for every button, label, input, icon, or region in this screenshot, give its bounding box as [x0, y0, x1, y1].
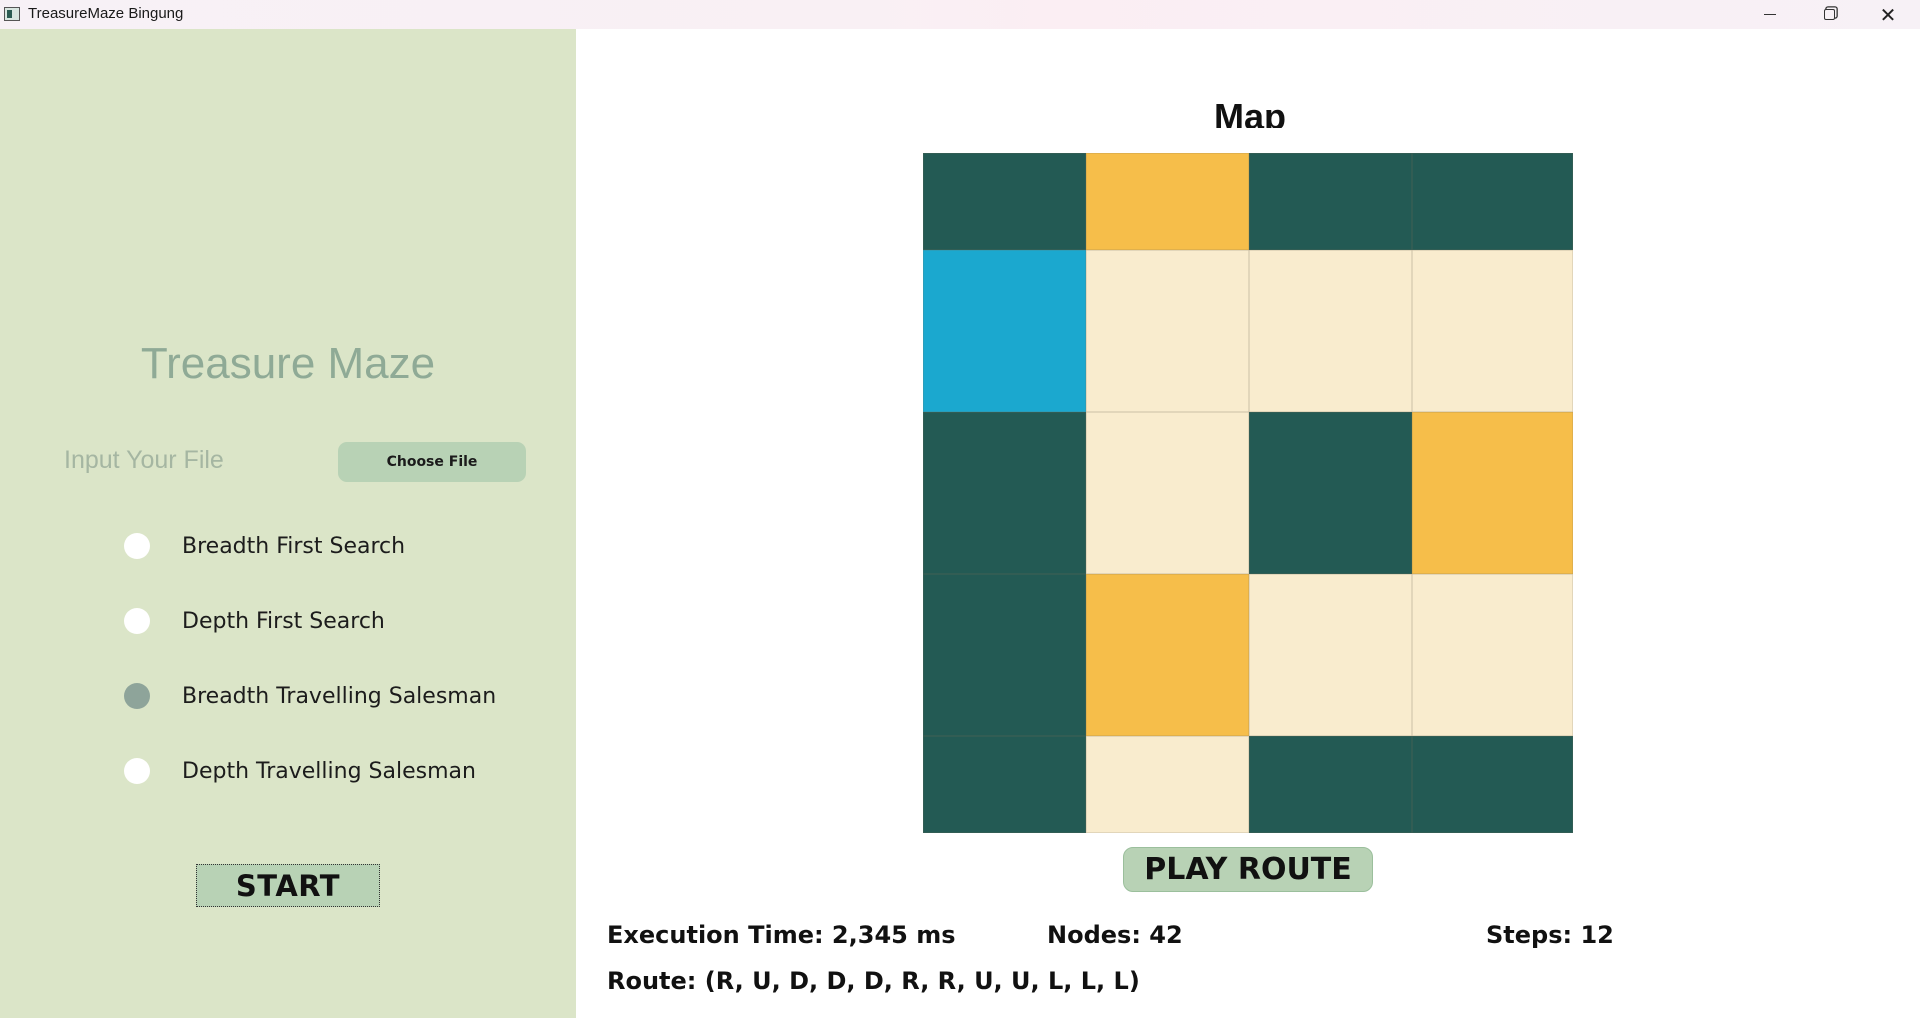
- maximize-button[interactable]: [1800, 0, 1858, 29]
- map-cell-wall: [1412, 736, 1573, 833]
- start-button[interactable]: START: [196, 864, 380, 907]
- radio-label[interactable]: Depth Travelling Salesman: [182, 759, 476, 784]
- map-cell-path: [1412, 250, 1573, 412]
- map-title: Map: [1214, 96, 1286, 128]
- radio-indicator[interactable]: [124, 608, 150, 634]
- map-cell-path: [1412, 574, 1573, 736]
- map-cell-path: [1249, 250, 1412, 412]
- map-cell-path: [1086, 736, 1249, 833]
- window-title: TreasureMaze Bingung: [28, 5, 184, 22]
- map-cell-path: [1249, 574, 1412, 736]
- route-text: Route: (R, U, D, D, D, R, R, U, U, L, L,…: [607, 967, 1140, 995]
- radio-label[interactable]: Breadth Travelling Salesman: [182, 684, 496, 709]
- minimize-icon: [1764, 14, 1776, 15]
- map-cell-path: [1086, 250, 1249, 412]
- radio-label[interactable]: Breadth First Search: [182, 534, 405, 559]
- execution-time: Execution Time: 2,345 ms: [607, 921, 956, 949]
- minimize-button[interactable]: [1741, 0, 1799, 29]
- maze-map: [923, 153, 1573, 833]
- input-file-label: Input Your File: [64, 446, 224, 474]
- map-cell-wall: [1249, 736, 1412, 833]
- map-cell-treasure: [1412, 412, 1573, 574]
- map-cell-wall: [1249, 412, 1412, 574]
- radio-indicator[interactable]: [124, 683, 150, 709]
- map-cell-wall: [923, 574, 1086, 736]
- restore-icon: [1823, 9, 1835, 20]
- radio-depth-travelling-salesman[interactable]: Depth Travelling Salesman: [124, 756, 476, 786]
- app-title: Treasure Maze: [140, 339, 436, 388]
- control-panel: Treasure Maze Input Your File Choose Fil…: [0, 29, 576, 1018]
- map-cell-wall: [923, 153, 1086, 250]
- close-icon: ✕: [1879, 2, 1897, 27]
- steps-count: Steps: 12: [1486, 921, 1614, 949]
- radio-indicator[interactable]: [124, 758, 150, 784]
- map-cell-wall: [923, 736, 1086, 833]
- radio-indicator[interactable]: [124, 533, 150, 559]
- map-cell-wall: [923, 412, 1086, 574]
- map-cell-treasure: [1086, 574, 1249, 736]
- radio-breadth-first-search[interactable]: Breadth First Search: [124, 531, 405, 561]
- title-bar: TreasureMaze Bingung ✕: [0, 0, 1920, 29]
- map-cell-path: [1086, 412, 1249, 574]
- app-icon: [4, 7, 20, 21]
- close-button[interactable]: ✕: [1859, 0, 1917, 29]
- radio-breadth-travelling-salesman[interactable]: Breadth Travelling Salesman: [124, 681, 496, 711]
- map-cell-treasure: [1086, 153, 1249, 250]
- radio-depth-first-search[interactable]: Depth First Search: [124, 606, 385, 636]
- radio-label[interactable]: Depth First Search: [182, 609, 385, 634]
- map-cell-wall: [1412, 153, 1573, 250]
- nodes-count: Nodes: 42: [1047, 921, 1183, 949]
- map-cell-wall: [1249, 153, 1412, 250]
- map-cell-start: [923, 250, 1086, 412]
- play-route-button[interactable]: PLAY ROUTE: [1123, 847, 1373, 892]
- choose-file-button[interactable]: Choose File: [338, 442, 526, 482]
